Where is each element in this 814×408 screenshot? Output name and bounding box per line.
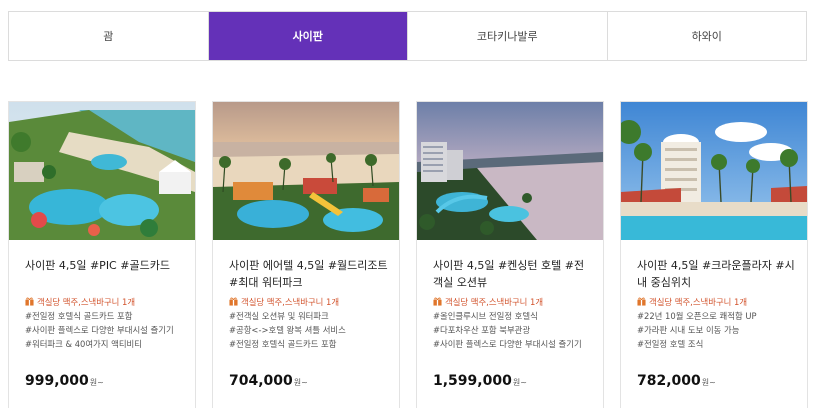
gift-feature: 객실당 맥주,스낵바구니 1개	[637, 295, 805, 309]
product-title: 사이판 4,5일 #PIC #골드카드	[25, 259, 170, 272]
tab-hawaii[interactable]: 하와이	[608, 12, 807, 60]
destination-tabs: 괌 사이판 코타키나발루 하와이	[8, 11, 807, 61]
feature-list: 객실당 맥주,스낵바구니 1개 #22년 10월 오픈으로 쾌적함 UP #가라…	[637, 295, 805, 351]
gift-feature: 객실당 맥주,스낵바구니 1개	[229, 295, 397, 309]
gift-feature: 객실당 맥주,스낵바구니 1개	[25, 295, 193, 309]
product-card[interactable]: 사이판 4,5일 #크라운플라자 #시내 중심위치 객실당 맥주,스낵바구니 1…	[620, 101, 808, 408]
feature-item: #올인클루시브 전일정 호텔식	[433, 311, 538, 321]
feature-list: 객실당 맥주,스낵바구니 1개 #올인클루시브 전일정 호텔식 #다포차우산 포…	[433, 295, 601, 351]
price: 704,000원~	[229, 373, 308, 389]
tab-kota-kinabalu[interactable]: 코타키나발루	[408, 12, 608, 60]
feature-item: #가라판 시내 도보 이동 가능	[637, 325, 740, 335]
feature-item: #전객실 오션뷰 및 워터파크	[229, 311, 329, 321]
product-card[interactable]: 사이판 에어텔 4,5일 #월드리조트 #최대 워터파크 객실당 맥주,스낵바구…	[212, 101, 400, 408]
price: 999,000원~	[25, 373, 104, 389]
feature-item: #전일정 호텔식 골드카드 포함	[25, 311, 133, 321]
resort-photo	[9, 102, 195, 240]
gift-icon	[433, 297, 442, 306]
price-value: 1,599,000	[433, 373, 512, 389]
product-card[interactable]: 사이판 4,5일 #PIC #골드카드 객실당 맥주,스낵바구니 1개 #전일정…	[8, 101, 196, 408]
resort-photo	[621, 102, 807, 240]
resort-photo	[417, 102, 603, 240]
price-value: 999,000	[25, 373, 89, 389]
price: 1,599,000원~	[433, 373, 527, 389]
feature-item: #다포차우산 포함 북부관광	[433, 325, 531, 335]
feature-item: #전일정 호텔 조식	[637, 339, 704, 349]
gift-feature: 객실당 맥주,스낵바구니 1개	[433, 295, 601, 309]
product-title: 사이판 4,5일 #크라운플라자 #시내 중심위치	[637, 259, 795, 289]
resort-photo	[213, 102, 399, 240]
tab-guam[interactable]: 괌	[9, 12, 209, 60]
price-unit: 원~	[512, 378, 527, 387]
feature-item: #사이판 플렉스로 다양한 부대시설 즐기기	[25, 325, 174, 335]
price-value: 782,000	[637, 373, 701, 389]
gift-icon	[25, 297, 34, 306]
price-unit: 원~	[293, 378, 308, 387]
feature-item: #사이판 플렉스로 다양한 부대시설 즐기기	[433, 339, 582, 349]
price-unit: 원~	[89, 378, 104, 387]
product-title: 사이판 4,5일 #켄싱턴 호텔 #전객실 오션뷰	[433, 259, 585, 289]
product-card[interactable]: 사이판 4,5일 #켄싱턴 호텔 #전객실 오션뷰 객실당 맥주,스낵바구니 1…	[416, 101, 604, 408]
price-value: 704,000	[229, 373, 293, 389]
gift-icon	[637, 297, 646, 306]
feature-list: 객실당 맥주,스낵바구니 1개 #전일정 호텔식 골드카드 포함 #사이판 플렉…	[25, 295, 193, 351]
product-title: 사이판 에어텔 4,5일 #월드리조트 #최대 워터파크	[229, 259, 388, 289]
feature-item: #22년 10월 오픈으로 쾌적함 UP	[637, 311, 757, 321]
feature-item: #전일정 호텔식 골드카드 포함	[229, 339, 337, 349]
price: 782,000원~	[637, 373, 716, 389]
tab-saipan[interactable]: 사이판	[208, 12, 408, 60]
feature-item: #공항<->호텔 왕복 셔틀 서비스	[229, 325, 346, 335]
product-list: 사이판 4,5일 #PIC #골드카드 객실당 맥주,스낵바구니 1개 #전일정…	[8, 101, 808, 408]
gift-icon	[229, 297, 238, 306]
feature-list: 객실당 맥주,스낵바구니 1개 #전객실 오션뷰 및 워터파크 #공항<->호텔…	[229, 295, 397, 351]
feature-item: #워터파크 & 40여가지 액티비티	[25, 339, 142, 349]
price-unit: 원~	[701, 378, 716, 387]
